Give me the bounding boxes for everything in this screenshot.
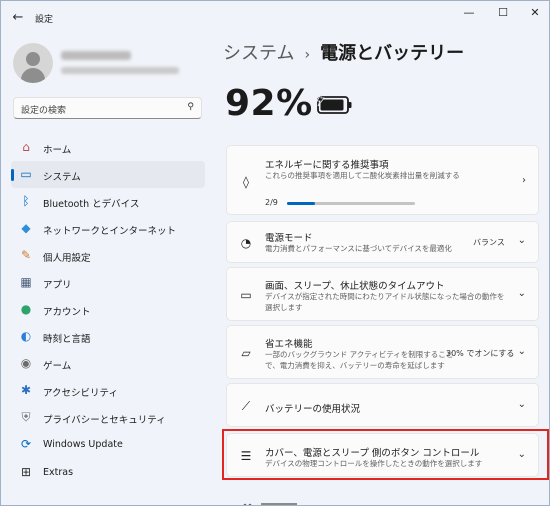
battery-charging-icon [316, 93, 352, 114]
sidebar-item[interactable]: ⟳ Windows Update [11, 431, 205, 458]
chevron-down-icon: ⌄ [517, 399, 526, 410]
apps-icon: ▦ [20, 275, 32, 289]
screen-sleep-timeout-card[interactable]: ▭ 画面、スリープ、休止状態のタイムアウト デバイスが指定された時間にわたりアイ… [226, 267, 539, 321]
personalization-icon: ✎ [20, 248, 32, 262]
energy-saver-card[interactable]: ▱ 省エネ機能 一部のバックグラウンド アクティビティを制限すること で、電力消… [226, 325, 539, 379]
search-icon[interactable]: ⚲ [187, 102, 194, 112]
energy-saver-battery-icon: ▱ [241, 346, 251, 360]
network-icon: ◆ [21, 221, 31, 235]
card-description-line-1: デバイスが指定された時間にわたりアイドル状態になった場合の動作を [265, 292, 505, 301]
card-description-line-2: 選択します [265, 303, 303, 312]
sidebar-item-label: ネットワークとインターネット [43, 226, 177, 237]
time-language-icon: ◐ [20, 329, 32, 343]
title-bar: ← 設定 — ☐ ✕ [1, 1, 549, 35]
privacy-shield-icon: ⛨ [21, 410, 31, 424]
accounts-icon: ● [20, 302, 32, 316]
sidebar-item[interactable]: ● アカウント [11, 296, 205, 323]
sidebar-item-label: Windows Update [43, 439, 123, 450]
energy-recommendations-card[interactable]: ◊ エネルギーに関する推奨事項 これらの推奨事項を適用して二酸化炭素排出量を削減… [226, 145, 539, 215]
sidebar-item[interactable]: ⌂ ホーム [11, 134, 205, 161]
card-title: バッテリーの使用状況 [265, 404, 361, 415]
sidebar-item-label: 個人用設定 [43, 253, 91, 264]
sidebar-item-label: プライバシーとセキュリティ [43, 415, 166, 426]
progress-bar [287, 202, 415, 205]
chevron-right-icon: › [522, 175, 526, 186]
power-mode-card[interactable]: ◔ 電源モード 電力消費とパフォーマンスに基づいてデバイスを最適化 バランス ⌄ [226, 221, 539, 263]
user-profile[interactable] [13, 43, 203, 83]
sidebar-item[interactable]: ⛨ プライバシーとセキュリティ [11, 404, 205, 431]
page-title: 電源とバッテリー [320, 43, 465, 64]
extras-icon: ⊞ [20, 465, 32, 479]
home-icon: ⌂ [22, 140, 30, 154]
sidebar-item[interactable]: ▦ アプリ [11, 269, 205, 296]
chevron-down-icon: ⌄ [517, 288, 526, 299]
sidebar-item-label: アカウント [43, 307, 91, 318]
sidebar-item[interactable]: ✎ 個人用設定 [11, 242, 205, 269]
sidebar-item[interactable]: ◐ 時刻と言語 [11, 323, 205, 350]
related-link-partial[interactable] [241, 497, 301, 505]
sidebar-item[interactable]: ᛒ Bluetooth とデバイス [11, 188, 205, 215]
sidebar-nav: ⌂ ホーム ▭ システム ᛒ Bluetooth とデバイス ◆ ネットワークとインターネット… [11, 134, 205, 486]
card-title: 電源モード [265, 233, 313, 244]
sidebar-item-label: システム [43, 172, 81, 183]
sidebar-item[interactable]: ▭ システム [11, 161, 205, 188]
card-description: 電力消費とパフォーマンスに基づいてデバイスを最適化 [265, 244, 452, 253]
accessibility-icon: ✱ [20, 383, 32, 397]
search-input[interactable]: 設定の検索 [21, 103, 66, 116]
highlight-box [222, 429, 549, 480]
screen-sleep-icon: ▭ [240, 288, 252, 302]
card-description-line-1: 一部のバックグラウンド アクティビティを制限すること [265, 350, 454, 359]
energy-saver-dropdown[interactable]: 30% でオンにする [446, 348, 514, 359]
maximize-button[interactable]: ☐ [487, 4, 519, 22]
sidebar-item[interactable]: ⊞ Extras [11, 459, 205, 486]
breadcrumb-parent[interactable]: システム [223, 43, 294, 64]
app-title: 設定 [35, 15, 54, 25]
gaming-icon: ◉ [20, 356, 32, 370]
card-title: エネルギーに関する推奨事項 [265, 160, 389, 171]
card-title: 省エネ機能 [265, 339, 313, 350]
search-box[interactable]: 設定の検索 ⚲ [13, 97, 202, 119]
card-description-line-2: で、電力消費を抑え、バッテリーの寿命を延ばします [265, 361, 445, 370]
minimize-button[interactable]: — [453, 4, 485, 22]
sidebar-item-label: 時刻と言語 [43, 334, 91, 345]
profile-email-redacted [61, 67, 179, 74]
profile-name-redacted [61, 51, 131, 60]
battery-usage-card[interactable]: ⟋ バッテリーの使用状況 ⌄ [226, 383, 539, 427]
avatar [13, 43, 53, 83]
progress-fill [287, 202, 316, 205]
sidebar-item-label: Extras [43, 467, 74, 478]
settings-window: ← 設定 — ☐ ✕ 設定の検索 ⚲ ⌂ ホーム ▭ システム ᛒ Bluetooth と… [0, 0, 550, 506]
sidebar-item-label: アプリ [43, 280, 72, 291]
breadcrumb: システム › 電源とバッテリー [223, 39, 464, 65]
bluetooth-icon: ᛒ [22, 194, 30, 208]
sidebar-item-label: Bluetooth とデバイス [43, 199, 140, 210]
card-description: これらの推奨事項を適用して二酸化炭素排出量を削減する [265, 171, 460, 180]
windows-update-icon: ⟳ [20, 437, 32, 451]
sidebar-item[interactable]: ◉ ゲーム [11, 350, 205, 377]
close-button[interactable]: ✕ [519, 4, 549, 22]
battery-percentage: 92% [225, 83, 313, 124]
sidebar-item[interactable]: ✱ アクセシビリティ [11, 377, 205, 404]
sidebar-item-label: アクセシビリティ [43, 388, 118, 399]
usage-chart-icon: ⟋ [241, 399, 251, 413]
power-mode-gauge-icon: ◔ [240, 236, 252, 250]
back-arrow-icon[interactable]: ← [9, 9, 27, 27]
sidebar-item-label: ホーム [43, 145, 72, 156]
power-mode-dropdown[interactable]: バランス [473, 237, 505, 248]
chevron-down-icon: ⌄ [517, 235, 526, 246]
leaf-icon: ◊ [243, 175, 249, 189]
progress-label: 2/9 [265, 198, 278, 207]
card-title: 画面、スリープ、休止状態のタイムアウト [265, 281, 445, 292]
sidebar-item[interactable]: ◆ ネットワークとインターネット [11, 215, 205, 242]
chevron-down-icon: ⌄ [517, 346, 526, 357]
breadcrumb-separator: › [304, 47, 311, 63]
sidebar-item-label: ゲーム [43, 361, 72, 372]
system-icon: ▭ [20, 167, 32, 181]
